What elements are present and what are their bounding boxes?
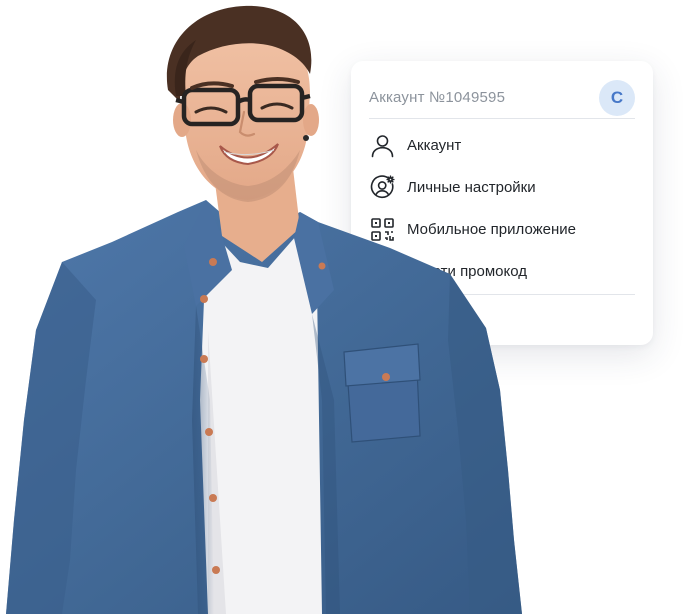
promo-stage: Аккаунт №1049595 С Аккаунт Личные настро…: [0, 0, 688, 614]
smiling-man-illustration: [6, 5, 522, 614]
